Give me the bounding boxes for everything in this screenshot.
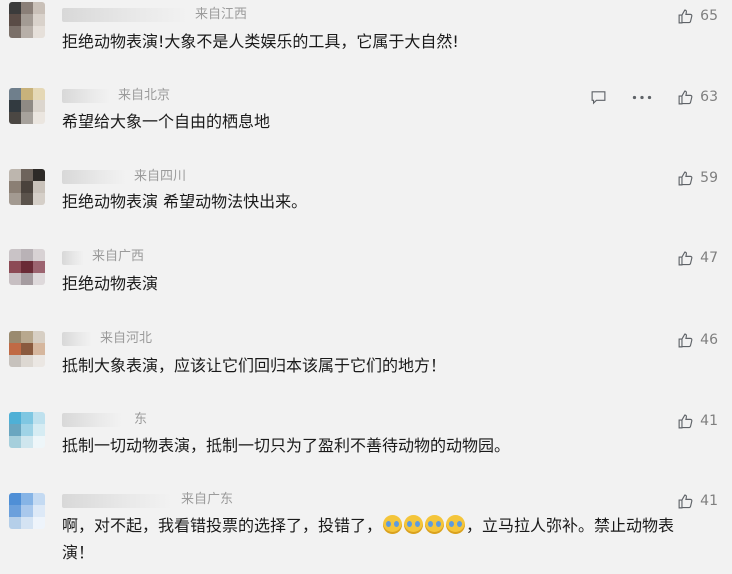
comment-text: 拒绝动物表演!大象不是人类娱乐的工具，它属于大自然! [62, 32, 459, 51]
like-count: 59 [700, 170, 718, 186]
like-button[interactable]: 41 [677, 412, 718, 430]
comment-text: 拒绝动物表演 [62, 274, 159, 293]
comment-text: 啊，对不起，我看错投票的选择了，投错了， ，立马拉人弥补。禁止动物表演！ [62, 512, 682, 566]
more-dots-icon [632, 95, 652, 99]
username-blurred[interactable] [62, 494, 172, 508]
like-button[interactable]: 65 [677, 7, 718, 25]
comment-location: 来自广东 [181, 492, 234, 507]
thumbs-up-icon [678, 494, 693, 508]
reply-button[interactable] [587, 88, 609, 106]
comment-item: 来自江西 拒绝动物表演!大象不是人类娱乐的工具，它属于大自然! 65 [0, 0, 732, 80]
comment-item: 来自广西 拒绝动物表演 47 [0, 243, 732, 323]
comment-location: 来自北京 [118, 88, 171, 103]
thumbs-up-icon [678, 171, 693, 185]
comment-location: 来自广西 [92, 249, 145, 264]
avatar[interactable] [9, 493, 45, 529]
like-count: 41 [700, 493, 718, 509]
comment-item: 东 抵制一切动物表演，抵制一切只为了盈利不善待动物的动物园。 41 [0, 405, 732, 485]
avatar[interactable] [9, 2, 45, 38]
comment-text: 抵制一切动物表演，抵制一切只为了盈利不善待动物的动物园。 [62, 436, 511, 455]
comment-location: 来自江西 [195, 7, 248, 22]
like-button[interactable]: 46 [677, 331, 718, 349]
like-button[interactable]: 59 [677, 169, 718, 187]
comment-item: 来自河北 抵制大象表演，应该让它们回归本该属于它们的地方！ 46 [0, 324, 732, 404]
username-blurred[interactable] [62, 170, 126, 184]
username-blurred[interactable] [62, 89, 110, 103]
comment-location: 来自河北 [100, 331, 153, 346]
like-count: 47 [700, 250, 718, 266]
comment-text: 拒绝动物表演 希望动物法快出来。 [62, 192, 308, 211]
like-count: 63 [700, 89, 718, 105]
username-blurred[interactable] [62, 332, 92, 346]
crying-face-emoji [404, 515, 424, 534]
comment-text: 希望给大象一个自由的栖息地 [62, 112, 271, 131]
avatar[interactable] [9, 249, 45, 285]
thumbs-up-icon [678, 333, 693, 347]
comment-item: 来自四川 拒绝动物表演 希望动物法快出来。 59 [0, 162, 732, 242]
like-count: 41 [700, 413, 718, 429]
comment-text: 抵制大象表演，应该让它们回归本该属于它们的地方！ [62, 356, 447, 375]
like-button[interactable]: 63 [677, 88, 718, 106]
comment-text-part: 啊，对不起，我看错投票的选择了，投错了， [62, 516, 383, 535]
comment-location: 来自四川 [134, 169, 187, 184]
thumbs-up-icon [678, 414, 693, 428]
thumbs-up-icon [678, 9, 693, 23]
crying-face-emoji [446, 515, 466, 534]
username-blurred[interactable] [62, 8, 188, 22]
avatar[interactable] [9, 169, 45, 205]
like-count: 65 [700, 8, 718, 24]
like-button[interactable]: 41 [677, 492, 718, 510]
crying-face-emoji [383, 515, 403, 534]
avatar[interactable] [9, 412, 45, 448]
thumbs-up-icon [678, 251, 693, 265]
avatar[interactable] [9, 331, 45, 367]
like-count: 46 [700, 332, 718, 348]
username-blurred[interactable] [62, 251, 84, 265]
more-button[interactable] [631, 88, 653, 106]
comment-bubble-icon [591, 90, 605, 105]
crying-face-emoji [425, 515, 445, 534]
comment-item: 来自北京 希望给大象一个自由的栖息地 63 [0, 80, 732, 160]
avatar[interactable] [9, 88, 45, 124]
username-blurred[interactable] [62, 413, 122, 427]
comment-location: 东 [134, 412, 148, 427]
comment-item: 来自广东 啊，对不起，我看错投票的选择了，投错了， ，立马拉人弥补。禁止动物表演！… [0, 486, 732, 574]
like-button[interactable]: 47 [677, 249, 718, 267]
thumbs-up-icon [678, 90, 693, 104]
